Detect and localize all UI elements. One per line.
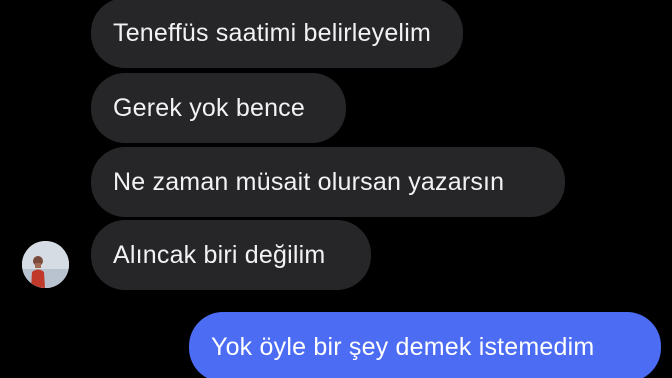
message-text: Teneffüs saatimi belirleyelim xyxy=(113,18,431,47)
message-text: Ne zaman müsait olursan yazarsın xyxy=(113,167,505,196)
message-text: Alıncak biri değilim xyxy=(113,240,326,269)
chat-screen: { "conversation": { "messages": [ {"send… xyxy=(0,0,672,378)
incoming-message[interactable]: Teneffüs saatimi belirleyelim xyxy=(91,0,463,68)
incoming-message[interactable]: Ne zaman müsait olursan yazarsın xyxy=(91,147,565,217)
incoming-message[interactable]: Alıncak biri değilim xyxy=(91,220,371,290)
outgoing-message[interactable]: Yok öyle bir şey demek istemedim xyxy=(189,312,661,378)
message-text: Yok öyle bir şey demek istemedim xyxy=(211,332,595,361)
incoming-message[interactable]: Gerek yok bence xyxy=(91,73,346,143)
message-text: Gerek yok bence xyxy=(113,93,305,122)
contact-avatar[interactable] xyxy=(22,241,69,288)
avatar-photo-icon xyxy=(22,241,69,288)
